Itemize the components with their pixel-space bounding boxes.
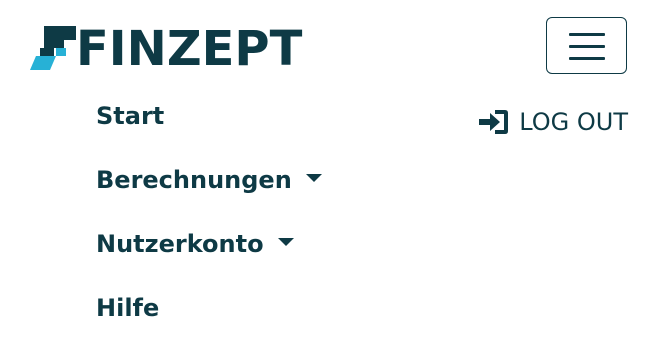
nav-link-hilfe[interactable]: Hilfe: [96, 288, 159, 328]
sign-in-icon: [479, 110, 509, 134]
logo-mark-icon: [30, 26, 76, 70]
nav-link-nutzerkonto[interactable]: Nutzerkonto: [96, 224, 294, 264]
logout-link[interactable]: LOG OUT: [479, 108, 628, 136]
brand-logo[interactable]: FINZEPT: [30, 21, 302, 77]
caret-down-icon: [277, 238, 294, 246]
nav-link-start[interactable]: Start: [96, 96, 164, 136]
nav-link-label: Nutzerkonto: [96, 230, 264, 258]
nav-link-label: Berechnungen: [96, 166, 292, 194]
navbar-toggler-button[interactable]: [546, 17, 627, 74]
caret-down-icon: [305, 174, 322, 182]
nav-link-label: Start: [96, 102, 165, 130]
nav-link-label: Hilfe: [96, 294, 160, 322]
logo-text: FINZEPT: [76, 21, 303, 77]
hamburger-bar: [569, 45, 605, 48]
hamburger-menu-icon: [569, 33, 605, 36]
nav-link-berechnungen[interactable]: Berechnungen: [96, 160, 322, 200]
hamburger-bar: [569, 57, 605, 60]
logout-label: LOG OUT: [519, 108, 628, 136]
